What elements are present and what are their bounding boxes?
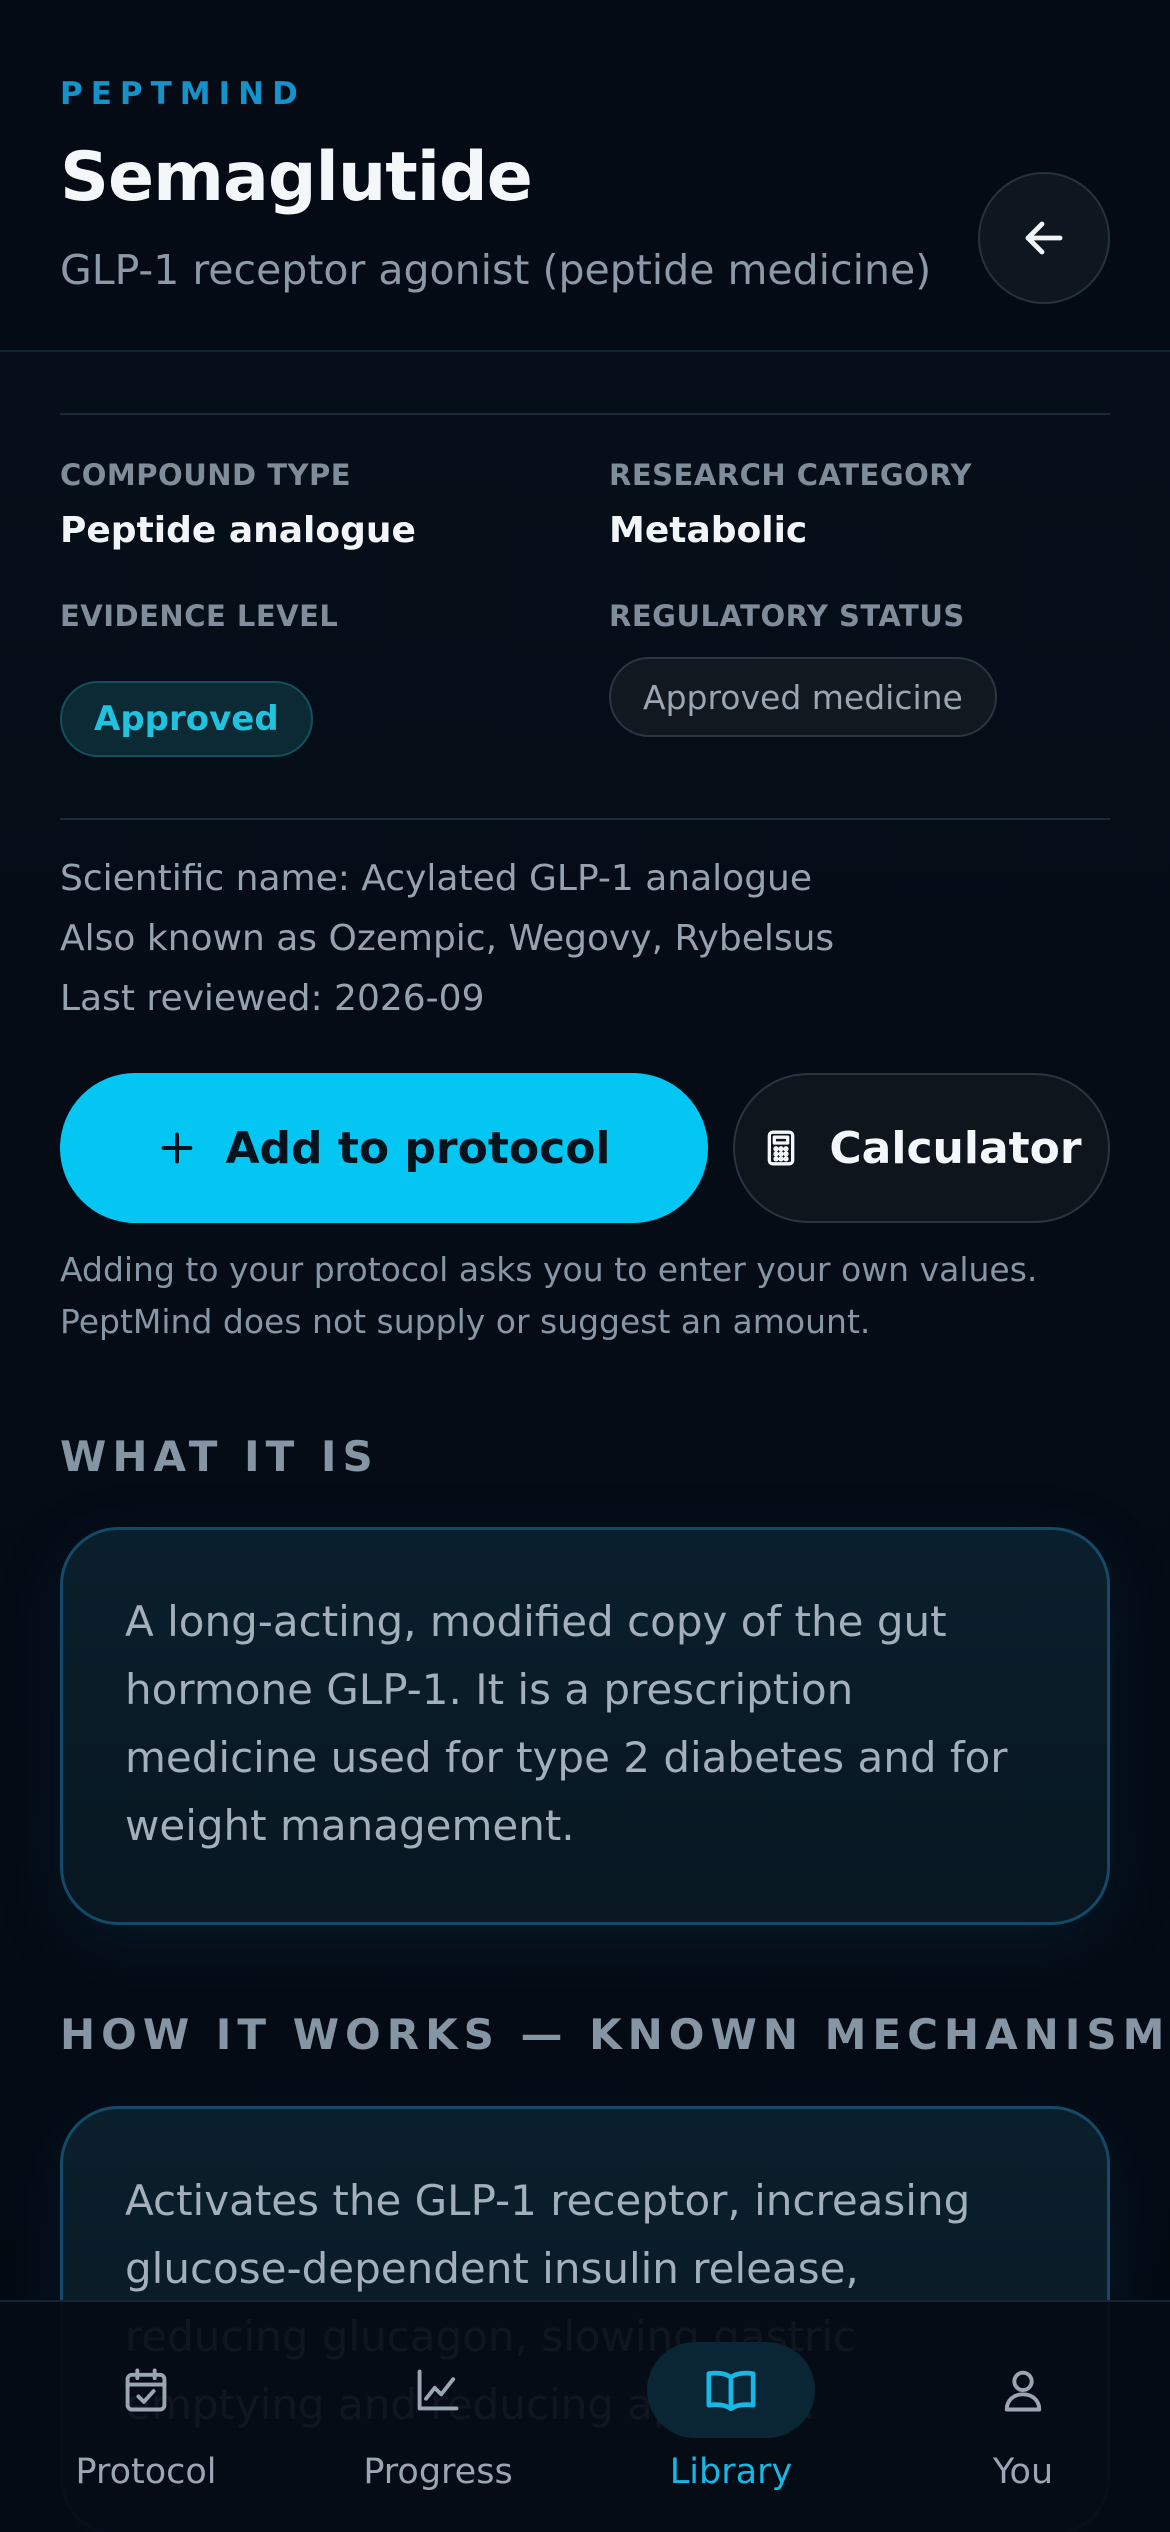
regulatory-status-label: REGULATORY STATUS: [609, 599, 965, 633]
calculator-icon: [768, 1130, 795, 1166]
tab-library[interactable]: Library: [585, 2302, 877, 2532]
tab-you[interactable]: You: [877, 2302, 1169, 2532]
calculator-label: Calculator: [829, 1122, 1082, 1174]
divider: [60, 413, 1110, 415]
last-reviewed: Last reviewed: 2026-09: [60, 978, 485, 1019]
protocol-disclaimer: Adding to your protocol asks you to ente…: [60, 1250, 1038, 1341]
page-title: Semaglutide: [60, 138, 533, 217]
tab-you-label: You: [992, 2452, 1054, 2492]
calendar-check-icon: [116, 2360, 176, 2420]
what-it-is-card: A long-acting, modified copy of the gut …: [60, 1527, 1110, 1925]
what-it-is-text: A long-acting, modified copy of the gut …: [125, 1597, 1008, 1850]
section-heading-what-it-is: WHAT IT IS: [60, 1432, 379, 1481]
plus-icon: [162, 1132, 193, 1164]
page-subtitle: GLP-1 receptor agonist (peptide medicine…: [60, 246, 932, 294]
tab-protocol-label: Protocol: [75, 2452, 217, 2492]
header: PEPTMIND Semaglutide GLP-1 receptor agon…: [0, 0, 1170, 352]
research-category-label: RESEARCH CATEGORY: [609, 458, 973, 492]
line-chart-icon: [408, 2360, 468, 2420]
tab-bar: Protocol Progress Library You: [0, 2300, 1170, 2532]
scientific-name: Scientific name: Acylated GLP-1 analogue: [60, 858, 813, 899]
research-category-value: Metabolic: [609, 510, 808, 551]
add-to-protocol-button[interactable]: Add to protocol: [60, 1073, 708, 1223]
tab-progress[interactable]: Progress: [292, 2302, 584, 2532]
compound-type-label: COMPOUND TYPE: [60, 458, 352, 492]
regulatory-status-badge: Approved medicine: [609, 657, 997, 737]
open-book-icon: [701, 2360, 761, 2420]
section-heading-how-it-works: HOW IT WORKS — KNOWN MECHANISM: [60, 2010, 1170, 2059]
tab-library-label: Library: [669, 2452, 793, 2492]
evidence-level-badge: Approved: [60, 681, 313, 757]
divider: [60, 818, 1110, 820]
calculator-button[interactable]: Calculator: [733, 1073, 1110, 1223]
also-known-as: Also known as Ozempic, Wegovy, Rybelsus: [60, 918, 835, 959]
brand-name: PEPTMIND: [60, 76, 306, 112]
compound-detail-screen: PEPTMIND Semaglutide GLP-1 receptor agon…: [0, 0, 1170, 2532]
add-to-protocol-label: Add to protocol: [225, 1122, 611, 1174]
arrow-left-icon: [1025, 221, 1063, 255]
back-button[interactable]: [978, 172, 1110, 304]
user-icon: [993, 2360, 1053, 2420]
tab-protocol[interactable]: Protocol: [0, 2302, 292, 2532]
tab-progress-label: Progress: [363, 2452, 513, 2492]
compound-type-value: Peptide analogue: [60, 510, 416, 551]
evidence-level-label: EVIDENCE LEVEL: [60, 599, 339, 633]
